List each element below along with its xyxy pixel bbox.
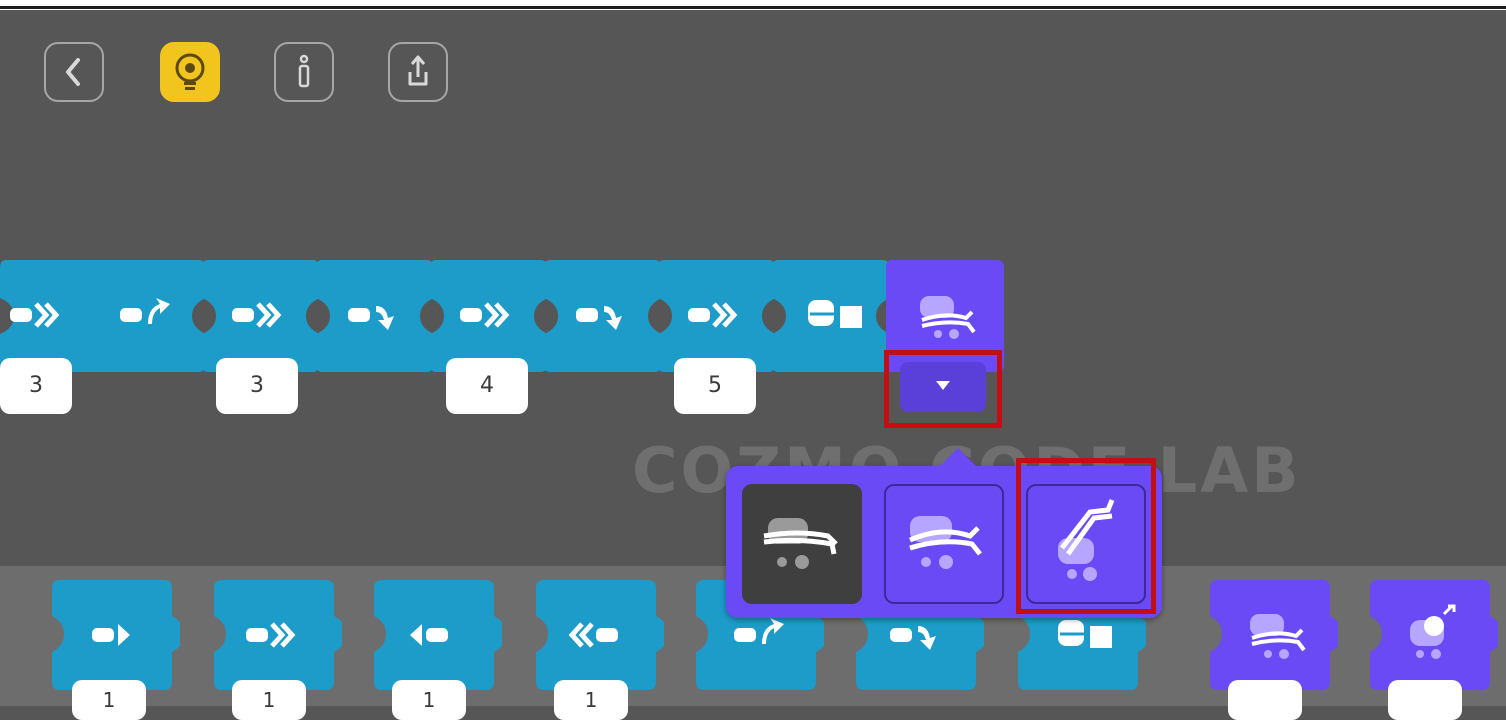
- highlight-lift-up-option: [1016, 458, 1156, 614]
- drive-forward-icon: [92, 624, 130, 646]
- popup-pointer: [938, 448, 978, 468]
- value-field[interactable]: 5: [674, 358, 756, 414]
- program-block-drive[interactable]: [430, 260, 548, 372]
- drive-forward-fast-icon: [232, 302, 282, 328]
- program-block-drive[interactable]: [202, 260, 320, 372]
- back-icon: [66, 58, 80, 86]
- value-field[interactable]: 1: [392, 680, 466, 720]
- info-icon: [298, 54, 310, 88]
- turn-right-icon: [348, 306, 394, 330]
- program-block-drive[interactable]: [658, 260, 776, 372]
- info-button[interactable]: [274, 42, 334, 102]
- tray-dropdown-stub[interactable]: [1388, 680, 1462, 720]
- tray-block-drive-backward-fast[interactable]: [536, 580, 664, 690]
- lift-option-down[interactable]: [742, 484, 862, 604]
- value-field[interactable]: 4: [446, 358, 528, 414]
- turn-left-icon: [120, 298, 170, 324]
- turn-right-icon: [576, 306, 622, 330]
- tray-dropdown-stub[interactable]: [1228, 680, 1302, 720]
- value-field[interactable]: 1: [232, 680, 306, 720]
- back-button[interactable]: [44, 42, 104, 102]
- value-field[interactable]: 1: [72, 680, 146, 720]
- share-button[interactable]: [388, 42, 448, 102]
- highlight-dropdown: [884, 350, 1002, 428]
- value-field[interactable]: 3: [0, 358, 72, 414]
- head-up-icon: [1410, 604, 1456, 659]
- lift-cube-icon: [808, 300, 862, 328]
- drive-forward-fast-icon: [460, 302, 510, 328]
- hint-button[interactable]: [160, 42, 220, 102]
- program-block-turn-right[interactable]: [544, 260, 662, 372]
- drive-forward-fast-icon: [688, 302, 738, 328]
- program-block-turn-left[interactable]: [88, 260, 206, 372]
- value-field[interactable]: 3: [216, 358, 298, 414]
- lightbulb-gear-icon: [175, 53, 205, 90]
- lift-middle-icon: [1250, 614, 1306, 659]
- share-icon: [408, 55, 428, 86]
- lift-option-middle[interactable]: [884, 484, 1004, 604]
- tray-block-drive-backward[interactable]: [374, 580, 502, 690]
- drive-backward-fast-icon: [568, 622, 618, 648]
- drive-backward-icon: [410, 624, 448, 646]
- tray-block-drive-forward[interactable]: [52, 580, 180, 690]
- tray-block-lift[interactable]: [1210, 580, 1338, 690]
- tray-block-drive-fast[interactable]: [214, 580, 342, 690]
- lift-down-icon: [763, 518, 838, 569]
- drive-forward-fast-icon: [246, 622, 296, 648]
- value-field[interactable]: 1: [554, 680, 628, 720]
- top-divider: [0, 6, 1506, 9]
- tray-block-head[interactable]: [1370, 580, 1498, 690]
- program-block-turn-right[interactable]: [316, 260, 434, 372]
- lift-middle-icon: [908, 516, 982, 569]
- program-block-lift-cube[interactable]: [772, 260, 890, 372]
